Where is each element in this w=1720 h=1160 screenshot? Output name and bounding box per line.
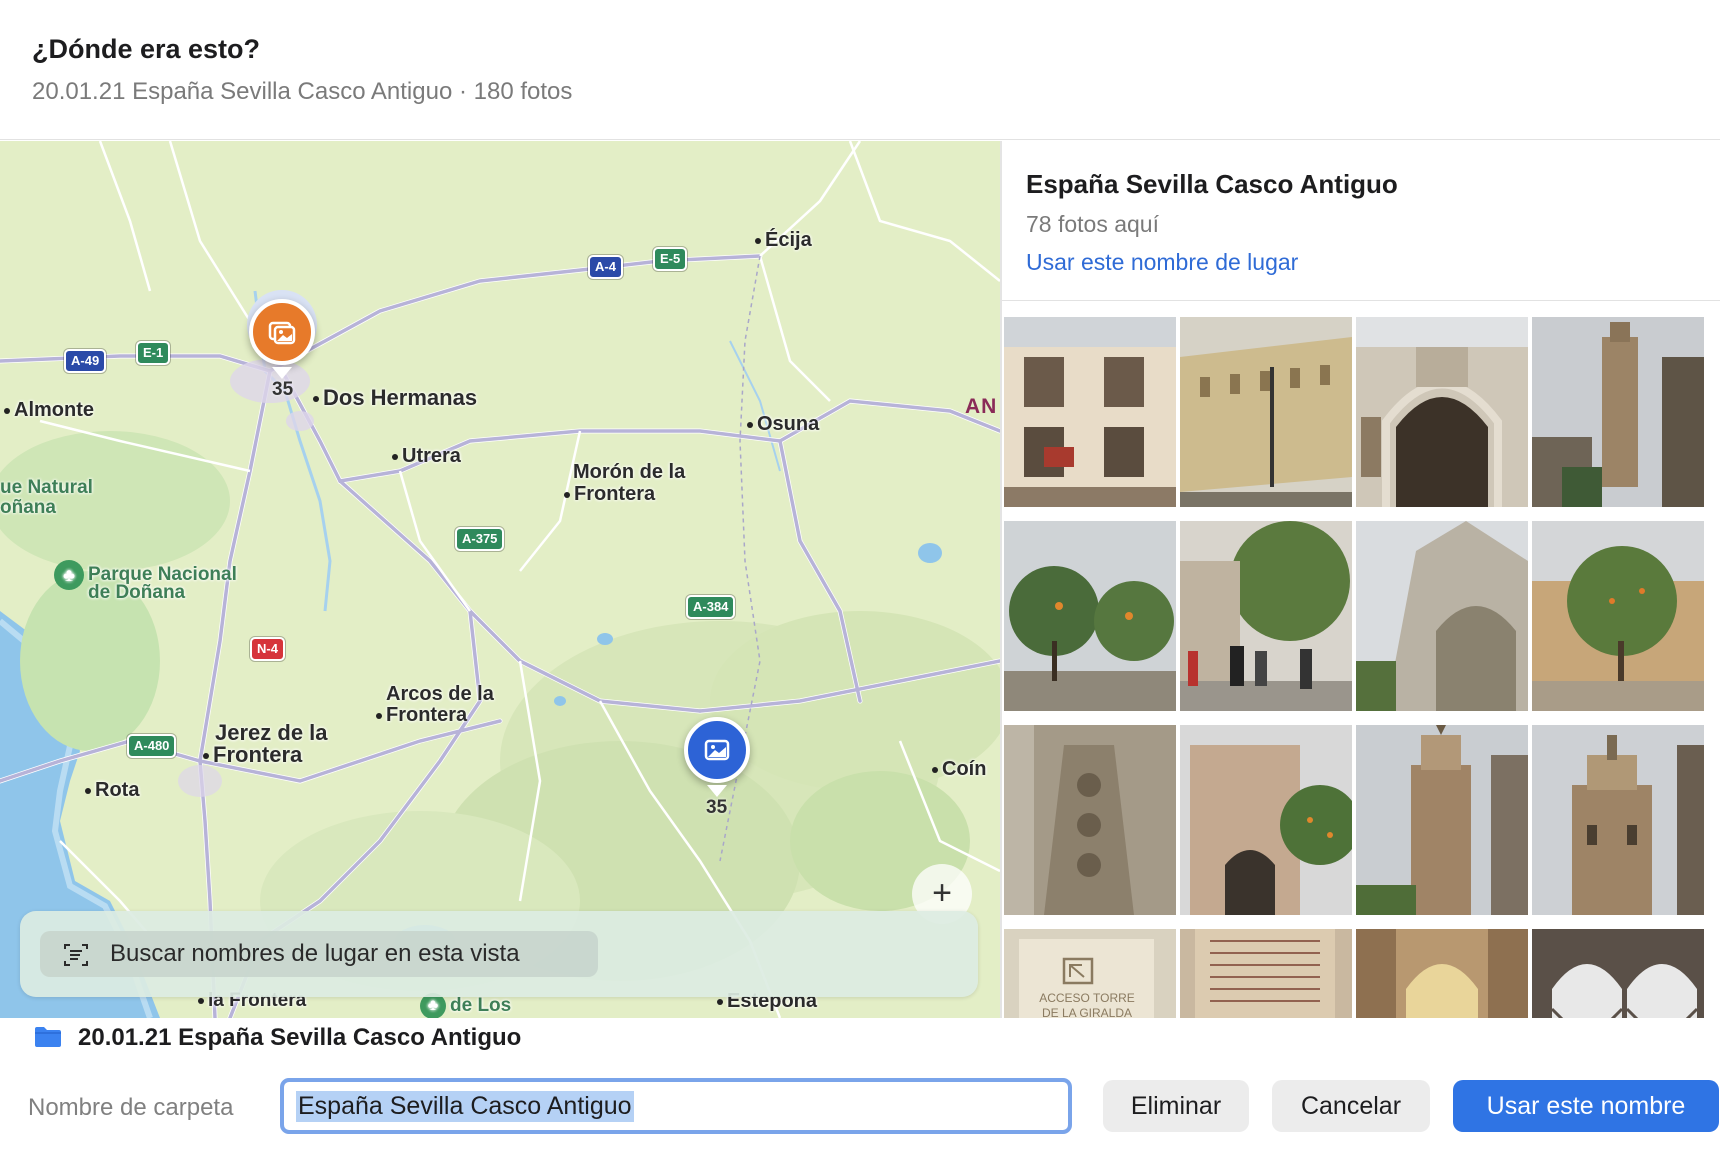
park-tree-icon: ♣ <box>54 560 84 590</box>
road-shield-a4: A-4 <box>588 255 623 279</box>
place-photo-count: 78 fotos aquí <box>1026 211 1159 237</box>
place-arcos-line1: Arcos de la <box>386 683 494 705</box>
place-moron-line1: Morón de la <box>573 461 686 483</box>
road-shield-e1: E-1 <box>136 341 171 365</box>
pin-tail <box>707 785 727 797</box>
road-shield-a49: A-49 <box>64 349 107 373</box>
photo-thumbnail[interactable] <box>1356 929 1528 1018</box>
place-donana-line2: de Doñana <box>88 582 186 603</box>
photo-thumbnail[interactable] <box>1180 317 1352 507</box>
dialog-title: ¿Dónde era esto? <box>32 34 261 64</box>
photo-thumbnail[interactable] <box>1532 317 1704 507</box>
photo-thumbnail[interactable] <box>1180 929 1352 1018</box>
place-rota: Rota <box>85 779 139 802</box>
cancel-button[interactable]: Cancelar <box>1272 1080 1430 1132</box>
dialog-subtitle: 20.01.21 España Sevilla Casco Antiguo · … <box>32 78 573 105</box>
map-search-bar: Buscar nombres de lugar en esta vista <box>20 911 978 997</box>
photo-thumbnail[interactable] <box>1532 929 1704 1018</box>
dialog-header: ¿Dónde era esto? 20.01.21 España Sevilla… <box>0 0 1720 140</box>
photo-thumbnail[interactable] <box>1004 317 1176 507</box>
folder-name-input[interactable]: España Sevilla Casco Antiguo <box>280 1078 1072 1134</box>
sign-text: ACCESO TORRE DE LA GIRALDA <box>1039 991 1135 1018</box>
region-label-an: AN <box>965 395 998 418</box>
map-view[interactable]: Écija Dos Hermanas Almonte Utrera Osuna … <box>0 141 1000 1018</box>
place-parque-natural-line2: oñana <box>0 497 56 518</box>
photo-icon <box>704 739 730 761</box>
folder-name-value: España Sevilla Casco Antiguo <box>296 1091 634 1122</box>
search-place-names-button[interactable]: Buscar nombres de lugar en esta vista <box>40 931 598 977</box>
photo-thumbnail[interactable] <box>1004 521 1176 711</box>
place-panel: España Sevilla Casco Antiguo 78 fotos aq… <box>1002 141 1720 1018</box>
road-shield-a375: A-375 <box>455 527 505 551</box>
folder-icon <box>35 1027 61 1047</box>
photo-thumbnail[interactable]: ACCESO TORRE DE LA GIRALDA <box>1004 929 1176 1018</box>
dialog-footer: Nombre de carpeta España Sevilla Casco A… <box>0 1078 1720 1148</box>
pin-count-sevilla: 35 <box>272 379 294 400</box>
use-place-name-link[interactable]: Usar este nombre de lugar <box>1026 249 1298 276</box>
use-this-name-button[interactable]: Usar este nombre <box>1453 1080 1719 1132</box>
text-scan-icon <box>64 944 88 966</box>
place-parque-natural-line1: ue Natural <box>0 477 93 498</box>
place-title: España Sevilla Casco Antiguo <box>1026 169 1398 199</box>
photo-thumbnail[interactable] <box>1180 521 1352 711</box>
photo-thumbnail[interactable] <box>1356 317 1528 507</box>
road-shield-a384: A-384 <box>686 595 736 619</box>
place-osuna: Osuna <box>747 413 819 436</box>
panel-separator <box>1002 300 1720 301</box>
place-dialog: ¿Dónde era esto? 20.01.21 España Sevilla… <box>0 0 1720 1160</box>
search-button-label: Buscar nombres de lugar en esta vista <box>110 940 520 967</box>
place-utrera: Utrera <box>392 445 461 468</box>
photos-icon <box>268 321 296 345</box>
photo-thumbnail[interactable] <box>1004 725 1176 915</box>
road-shield-a480: A-480 <box>127 734 177 758</box>
road-shield-n4: N-4 <box>250 637 285 661</box>
photo-grid[interactable]: ACCESO TORRE DE LA GIRALDA <box>1002 317 1720 1018</box>
photo-pin-sevilla[interactable] <box>249 299 315 365</box>
pin-count-ronda: 35 <box>706 797 728 818</box>
photo-pin-ronda[interactable] <box>684 717 750 783</box>
place-moron-line2: Frontera <box>564 483 655 506</box>
place-almonte: Almonte <box>4 399 94 422</box>
photo-thumbnail[interactable] <box>1532 725 1704 915</box>
road-shield-e5: E-5 <box>653 247 688 271</box>
place-coin: Coín <box>932 758 986 781</box>
place-ecija: Écija <box>755 229 812 252</box>
photo-thumbnail[interactable] <box>1532 521 1704 711</box>
photo-thumbnail[interactable] <box>1180 725 1352 915</box>
delete-button[interactable]: Eliminar <box>1103 1080 1249 1132</box>
place-dos-hermanas: Dos Hermanas <box>313 385 477 411</box>
folder-label: 20.01.21 España Sevilla Casco Antiguo <box>78 1024 522 1051</box>
place-jerez-line2: Frontera <box>203 742 302 768</box>
pin-tail <box>272 367 292 379</box>
folder-name-label: Nombre de carpeta <box>28 1094 234 1121</box>
place-arcos-line2: Frontera <box>376 704 467 727</box>
photo-thumbnail[interactable] <box>1356 521 1528 711</box>
photo-thumbnail[interactable] <box>1356 725 1528 915</box>
